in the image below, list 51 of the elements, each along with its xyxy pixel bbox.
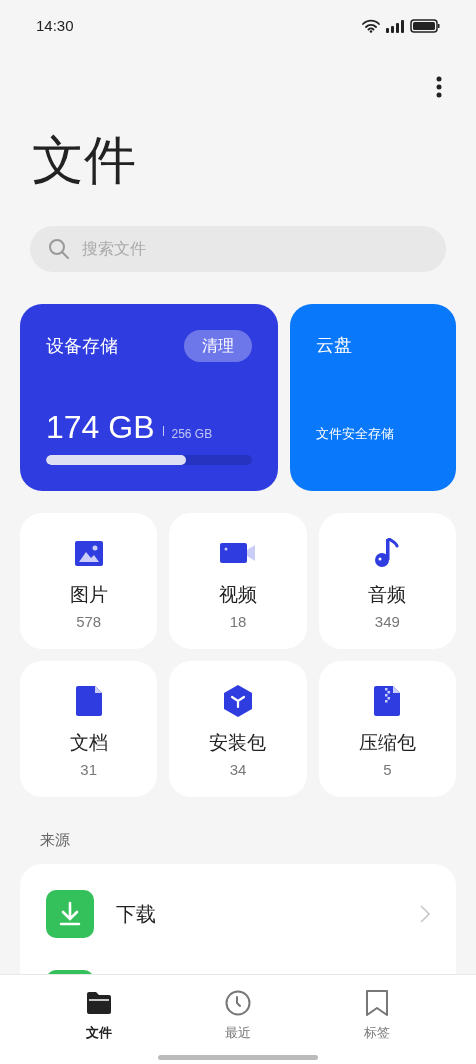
nav-tab[interactable]: 文件 <box>54 989 145 1043</box>
music-note-icon <box>374 538 401 568</box>
more-menu-icon[interactable] <box>436 76 442 98</box>
category-count: 5 <box>383 760 392 780</box>
storage-card[interactable]: 设备存储 清理 174 GB 256 GB <box>20 304 278 491</box>
category-tile[interactable]: 安装包 34 <box>169 661 307 797</box>
nav-tab[interactable]: 标签 <box>331 989 422 1043</box>
video-camera-icon <box>220 543 256 563</box>
zip-file-icon <box>374 686 401 716</box>
page-title: 文件 <box>31 130 137 190</box>
category-count: 349 <box>374 612 400 632</box>
cloud-card[interactable]: 云盘 文件安全存储 <box>290 304 456 491</box>
battery-icon <box>410 19 440 33</box>
document-icon <box>75 686 102 716</box>
search-field[interactable]: 搜索文件 <box>30 226 446 272</box>
image-icon <box>74 540 103 566</box>
status-time: 14:30 <box>36 15 74 36</box>
category-tile[interactable]: 视频 18 <box>169 513 307 649</box>
source-row[interactable]: 下载 <box>46 889 430 938</box>
download-icon <box>46 889 94 938</box>
category-label: 安装包 <box>209 731 267 755</box>
category-label: 压缩包 <box>358 731 416 755</box>
category-label: 视频 <box>219 583 257 607</box>
category-count: 578 <box>76 612 102 632</box>
clean-button[interactable]: 清理 <box>184 330 252 362</box>
category-count: 31 <box>80 760 97 780</box>
category-label: 图片 <box>69 583 108 607</box>
search-icon <box>48 238 70 260</box>
category-tile[interactable]: 压缩包 5 <box>318 661 456 797</box>
bookmark-icon <box>365 990 388 1016</box>
cloud-title: 云盘 <box>316 334 353 357</box>
folder-icon <box>86 991 113 1015</box>
signal-icon <box>386 19 404 33</box>
section-heading: 来源 <box>39 830 71 850</box>
category-tile[interactable]: 音频 349 <box>318 513 456 649</box>
storage-title: 设备存储 <box>46 334 118 358</box>
category-tile[interactable]: 图片 578 <box>20 513 158 649</box>
category-label: 文档 <box>69 731 108 755</box>
category-count: 18 <box>229 612 247 632</box>
category-tile[interactable]: 文档 31 <box>20 661 158 797</box>
used-storage: 174 GB <box>46 411 155 443</box>
wifi-icon <box>362 19 380 33</box>
hexagon-box-icon <box>223 685 253 717</box>
total-storage: 256 GB <box>171 426 213 443</box>
source-label: 下载 <box>116 901 157 927</box>
clock-icon <box>225 990 251 1016</box>
category-label: 音频 <box>368 583 407 607</box>
nav-tab[interactable]: 最近 <box>193 989 283 1043</box>
category-count: 34 <box>229 760 247 780</box>
cloud-subtitle: 文件安全存储 <box>316 424 395 443</box>
chevron-right-icon <box>420 904 430 923</box>
